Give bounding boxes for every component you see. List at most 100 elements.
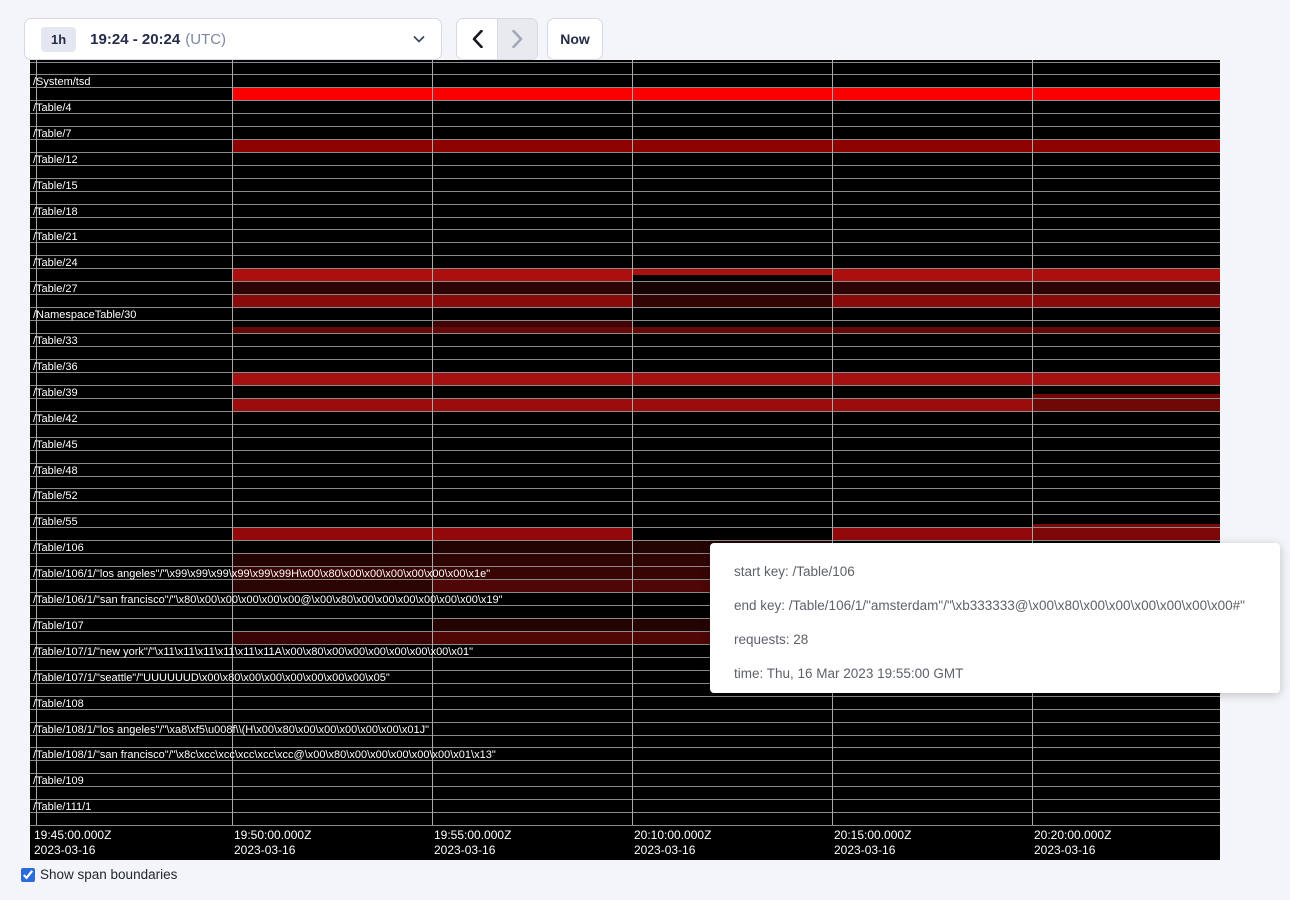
range-duration-badge: 1h — [41, 27, 76, 52]
span-boundary-line — [30, 476, 1220, 477]
span-boundary-line — [30, 437, 1220, 438]
row-label: /System/tsd — [33, 76, 90, 88]
show-span-boundaries-checkbox[interactable] — [21, 868, 35, 882]
heat-band — [632, 295, 832, 307]
row-label: /Table/52 — [33, 490, 78, 502]
heat-band — [632, 282, 832, 294]
row-label: /Table/106 — [33, 542, 84, 554]
span-boundary-line — [30, 709, 1220, 710]
span-boundary-line — [30, 799, 1220, 800]
heat-band — [232, 140, 1220, 152]
row-label: /Table/7 — [33, 128, 72, 140]
heat-band — [232, 373, 1220, 385]
axis-tick: 19:50:00.000Z2023-03-16 — [234, 828, 311, 858]
range-timezone: (UTC) — [185, 31, 226, 48]
span-boundary-line — [30, 372, 1220, 373]
row-label: /Table/4 — [33, 102, 72, 114]
row-label: /Table/39 — [33, 387, 78, 399]
span-boundary-line — [30, 722, 1220, 723]
prev-interval-button[interactable] — [457, 19, 497, 59]
span-boundary-line — [30, 501, 1220, 502]
row-label: /Table/107 — [33, 620, 84, 632]
span-boundary-line — [30, 229, 1220, 230]
span-boundary-line — [30, 152, 1220, 153]
span-boundary-line — [30, 333, 1220, 334]
span-tooltip: start key: /Table/106end key: /Table/106… — [710, 543, 1280, 693]
span-boundary-line — [30, 126, 1220, 127]
row-label: /Table/107/1/"new york"/"\x11\x11\x11\x1… — [33, 646, 473, 658]
span-boundary-line — [30, 359, 1220, 360]
span-boundary-line — [30, 62, 1220, 63]
row-label: /Table/109 — [33, 775, 84, 787]
span-boundary-line — [30, 786, 1220, 787]
span-boundary-line — [30, 527, 1220, 528]
key-visualizer-canvas[interactable]: /System/tsd/Table/4/Table/7/Table/12/Tab… — [30, 60, 1220, 860]
heat-band — [832, 269, 1220, 281]
row-label: /Table/108/1/"san francisco"/"\x8c\xcc\x… — [33, 749, 496, 761]
span-boundary-line — [30, 268, 1220, 269]
tooltip-line: end key: /Table/106/1/"amsterdam"/"\xb33… — [734, 589, 1280, 623]
now-button[interactable]: Now — [547, 18, 603, 60]
row-label: /Table/55 — [33, 516, 78, 528]
span-boundary-line — [30, 113, 1220, 114]
span-boundary-line — [30, 191, 1220, 192]
next-interval-button[interactable] — [497, 19, 537, 59]
time-column-line — [432, 60, 433, 825]
axis-tick: 19:45:00.000Z2023-03-16 — [34, 828, 111, 858]
row-label: /Table/42 — [33, 413, 78, 425]
span-boundary-line — [30, 747, 1220, 748]
heat-band — [1032, 394, 1220, 411]
span-boundary-line — [30, 696, 1220, 697]
row-label: /Table/36 — [33, 361, 78, 373]
span-boundary-line — [30, 294, 1220, 295]
span-boundary-line — [30, 281, 1220, 282]
heat-band — [832, 295, 1220, 307]
axis-tick: 20:15:00.000Z2023-03-16 — [834, 828, 911, 858]
row-label: /Table/108 — [33, 698, 84, 710]
row-label: /Table/111/1 — [33, 801, 91, 813]
axis-tick: 20:10:00.000Z2023-03-16 — [634, 828, 711, 858]
heat-band — [232, 632, 432, 644]
span-boundary-line — [30, 424, 1220, 425]
row-label: /Table/21 — [33, 231, 78, 243]
span-boundary-line — [30, 204, 1220, 205]
heat-band — [232, 554, 432, 566]
row-label: /Table/33 — [33, 335, 78, 347]
span-boundary-line — [30, 450, 1220, 451]
span-boundary-line — [30, 139, 1220, 140]
row-label: /Table/15 — [33, 180, 78, 192]
span-boundary-line — [30, 514, 1220, 515]
span-boundary-line — [30, 87, 1220, 88]
span-boundary-line — [30, 242, 1220, 243]
span-boundary-line — [30, 825, 1220, 826]
row-label: /Table/27 — [33, 283, 78, 295]
chevron-left-icon — [472, 30, 483, 48]
row-label: /NamespaceTable/30 — [33, 309, 136, 321]
span-boundary-line — [30, 385, 1220, 386]
heat-band — [832, 282, 1220, 294]
span-boundary-line — [30, 463, 1220, 464]
row-label: /Table/108/1/"los angeles"/"\xa8\xf5\u00… — [33, 724, 429, 736]
row-label: /Table/45 — [33, 439, 78, 451]
span-boundary-line — [30, 540, 1220, 541]
tooltip-line: requests: 28 — [734, 623, 1280, 657]
tooltip-line: start key: /Table/106 — [734, 555, 1280, 589]
chevron-down-icon — [413, 35, 425, 43]
axis-tick: 19:55:00.000Z2023-03-16 — [434, 828, 511, 858]
time-range-select[interactable]: 1h 19:24 - 20:24 (UTC) — [24, 18, 442, 60]
span-boundary-line — [30, 398, 1220, 399]
row-label: /Table/48 — [33, 465, 78, 477]
time-column-line — [632, 60, 633, 825]
time-column-line — [832, 60, 833, 825]
span-boundary-line — [30, 488, 1220, 489]
row-label: /Table/106/1/"san francisco"/"\x80\x00\x… — [33, 594, 503, 606]
row-label: /Table/107/1/"seattle"/"UUUUUUD\x00\x80\… — [33, 672, 390, 684]
span-boundary-line — [30, 74, 1220, 75]
heat-band — [632, 269, 832, 275]
row-label: /Table/18 — [33, 206, 78, 218]
tooltip-line: time: Thu, 16 Mar 2023 19:55:00 GMT — [734, 657, 1280, 691]
range-text: 19:24 - 20:24 — [90, 31, 180, 48]
span-boundary-line — [30, 217, 1220, 218]
row-label: /Table/12 — [33, 154, 78, 166]
footer-controls: Show span boundaries — [21, 867, 177, 882]
